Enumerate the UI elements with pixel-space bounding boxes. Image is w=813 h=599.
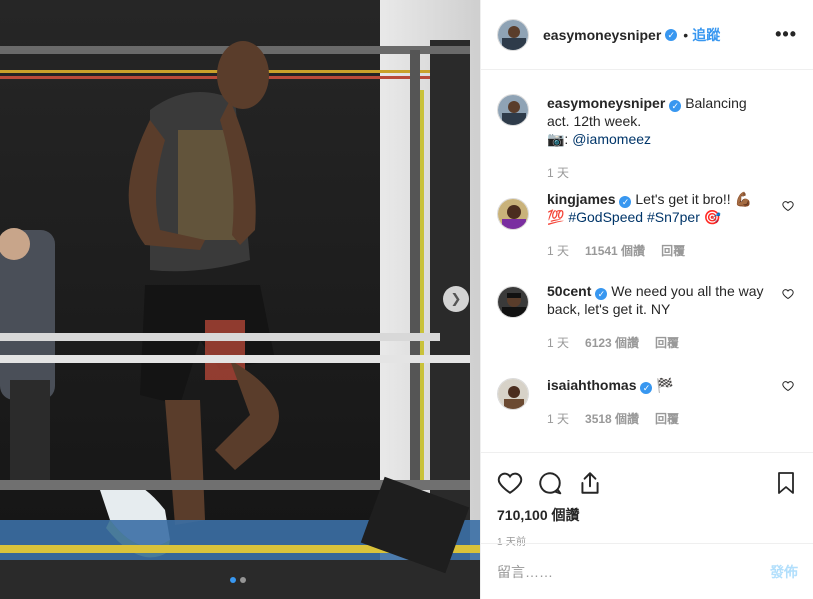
- post-author-username[interactable]: easymoneysniper: [543, 27, 661, 43]
- bookmark-icon[interactable]: [774, 470, 798, 496]
- photo-credit-handle[interactable]: @iamomeez: [572, 131, 651, 147]
- carousel-dot-active: [230, 577, 236, 583]
- avatar[interactable]: [497, 286, 529, 318]
- comment-input[interactable]: 留言……: [497, 562, 553, 582]
- add-comment-bar: 留言…… 發佈: [481, 543, 813, 599]
- avatar[interactable]: [497, 198, 529, 230]
- comment-text-emoji: 💯: [547, 209, 569, 225]
- separator-dot: •: [683, 26, 689, 43]
- more-options-button[interactable]: •••: [775, 24, 797, 45]
- next-slide-button[interactable]: ❯: [443, 286, 469, 312]
- avatar[interactable]: [497, 94, 529, 126]
- reply-button[interactable]: 回覆: [655, 410, 679, 428]
- post-actions: 710,100 個讚 1 天前: [481, 452, 813, 548]
- comment-likes[interactable]: 3518 個讚: [585, 410, 639, 428]
- comment-time[interactable]: 1 天: [547, 334, 569, 352]
- photo-credit-prefix: 📷:: [547, 131, 573, 147]
- comment-item: kingjames ✓ Let's get it bro!! 💪🏾 💯 #GodS…: [497, 186, 798, 278]
- verified-badge-icon: ✓: [665, 28, 678, 41]
- post-side-panel: easymoneysniper ✓ • 追蹤 ••• easymoneysnip…: [480, 0, 813, 599]
- reply-button[interactable]: 回覆: [661, 242, 685, 260]
- follow-button[interactable]: 追蹤: [692, 25, 720, 45]
- caption-time[interactable]: 1 天: [547, 164, 569, 182]
- carousel-dot: [240, 577, 246, 583]
- comment-bubble-icon[interactable]: [537, 470, 563, 496]
- comment-item: 50cent ✓ We need you all the way back, le…: [497, 278, 798, 370]
- avatar[interactable]: [497, 378, 529, 410]
- comment-time[interactable]: 1 天: [547, 242, 569, 260]
- comment-text: 🏁: [656, 377, 674, 393]
- comments-list[interactable]: easymoneysniper ✓ Balancing act. 12th wee…: [481, 86, 813, 452]
- carousel-dots: [230, 577, 246, 583]
- comment-username[interactable]: 50cent: [547, 283, 591, 299]
- post-comment-button[interactable]: 發佈: [770, 562, 798, 582]
- verified-badge-icon: ✓: [669, 100, 682, 112]
- comment-username[interactable]: kingjames: [547, 191, 615, 207]
- photo-image: [0, 0, 480, 599]
- post-header: easymoneysniper ✓ • 追蹤 •••: [481, 0, 813, 70]
- post-like-count[interactable]: 710,100 個讚: [497, 505, 798, 525]
- like-comment-heart-icon[interactable]: [782, 200, 794, 212]
- share-icon[interactable]: [577, 470, 603, 496]
- caption-username[interactable]: easymoneysniper: [547, 95, 665, 111]
- comment-username[interactable]: isaiahthomas: [547, 377, 636, 393]
- comment-hashtags[interactable]: #GodSpeed #Sn7per: [568, 209, 700, 225]
- comment-text-emoji-end: 🎯: [699, 209, 722, 225]
- verified-badge-icon: ✓: [619, 196, 632, 208]
- comment-time[interactable]: 1 天: [547, 410, 569, 428]
- like-heart-icon[interactable]: [497, 470, 523, 496]
- comment-likes[interactable]: 11541 個讚: [585, 242, 645, 260]
- caption: easymoneysniper ✓ Balancing act. 12th wee…: [497, 86, 798, 182]
- verified-badge-icon: ✓: [595, 288, 608, 300]
- like-comment-heart-icon[interactable]: [782, 380, 794, 392]
- comment-likes[interactable]: 6123 個讚: [585, 334, 639, 352]
- avatar[interactable]: [497, 18, 529, 51]
- comment-text: Let's get it bro!! 💪🏾: [635, 191, 752, 207]
- action-icons: [497, 461, 798, 505]
- like-comment-heart-icon[interactable]: [782, 288, 794, 300]
- verified-badge-icon: ✓: [640, 382, 653, 394]
- comment-item: isaiahthomas ✓ 🏁 1 天 3518 個讚 回覆: [497, 370, 798, 442]
- post-photo[interactable]: ❯: [0, 0, 480, 599]
- reply-button[interactable]: 回覆: [655, 334, 679, 352]
